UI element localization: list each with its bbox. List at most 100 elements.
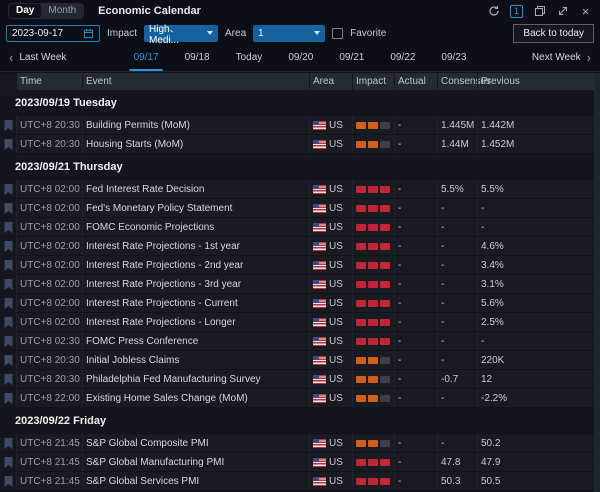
refresh-icon[interactable] bbox=[487, 5, 500, 18]
impact-indicator bbox=[352, 218, 394, 236]
bookmark-icon[interactable] bbox=[4, 298, 13, 309]
event-name: S&P Global Manufacturing PMI bbox=[82, 453, 309, 471]
event-row[interactable]: UTC+8 02:00Interest Rate Projections - 2… bbox=[0, 256, 594, 275]
us-flag-icon bbox=[313, 242, 326, 251]
consensus-value: 1.445M bbox=[437, 116, 477, 134]
event-row[interactable]: UTC+8 20:30Philadelphia Fed Manufacturin… bbox=[0, 370, 594, 389]
previous-value: 1.452M bbox=[477, 135, 594, 153]
area-code: US bbox=[329, 222, 343, 233]
tab-month[interactable]: Month bbox=[41, 4, 83, 18]
bookmark-cell bbox=[0, 313, 16, 331]
duplicate-icon[interactable] bbox=[533, 5, 546, 18]
us-flag-icon bbox=[313, 223, 326, 232]
bookmark-icon[interactable] bbox=[4, 317, 13, 328]
week-day-09-20[interactable]: 09/20 bbox=[288, 44, 313, 71]
event-row[interactable]: UTC+8 21:45S&P Global Services PMIUS-50.… bbox=[0, 472, 594, 491]
bookmark-icon[interactable] bbox=[4, 279, 13, 290]
week-day-09-23[interactable]: 09/23 bbox=[441, 44, 466, 71]
impact-indicator bbox=[352, 116, 394, 134]
event-time: UTC+8 02:00 bbox=[16, 313, 82, 331]
impact-dropdown[interactable]: High、Medi... bbox=[144, 25, 218, 42]
bookmark-icon[interactable] bbox=[4, 374, 13, 385]
bookmark-icon[interactable] bbox=[4, 139, 13, 150]
event-row[interactable]: UTC+8 20:30Building Permits (MoM)US-1.44… bbox=[0, 116, 594, 135]
event-row[interactable]: UTC+8 02:30FOMC Press ConferenceUS--- bbox=[0, 332, 594, 351]
expand-icon[interactable] bbox=[556, 5, 569, 18]
previous-value: 47.9 bbox=[477, 453, 594, 471]
week-day-09-17[interactable]: 09/17 bbox=[134, 44, 159, 71]
bookmark-icon[interactable] bbox=[4, 203, 13, 214]
bookmark-icon[interactable] bbox=[4, 184, 13, 195]
actual-value: - bbox=[394, 199, 437, 217]
week-day-today[interactable]: Today bbox=[236, 44, 263, 71]
event-time: UTC+8 02:00 bbox=[16, 294, 82, 312]
event-row[interactable]: UTC+8 02:00Fed's Monetary Policy Stateme… bbox=[0, 199, 594, 218]
impact-medium-icon bbox=[356, 141, 390, 148]
bookmark-icon[interactable] bbox=[4, 260, 13, 271]
impact-indicator bbox=[352, 453, 394, 471]
us-flag-icon bbox=[313, 261, 326, 270]
event-time: UTC+8 21:45 bbox=[16, 472, 82, 490]
us-flag-icon bbox=[313, 299, 326, 308]
week-day-09-21[interactable]: 09/21 bbox=[339, 44, 364, 71]
previous-value: 3.4% bbox=[477, 256, 594, 274]
previous-value: 3.1% bbox=[477, 275, 594, 293]
event-row[interactable]: UTC+8 02:00Interest Rate Projections - L… bbox=[0, 313, 594, 332]
date-picker[interactable]: 2023-09-17 bbox=[6, 25, 100, 42]
event-name: Interest Rate Projections - 1st year bbox=[82, 237, 309, 255]
event-name: Interest Rate Projections - 3rd year bbox=[82, 275, 309, 293]
actual-value: - bbox=[394, 434, 437, 452]
event-area: US bbox=[309, 275, 352, 293]
actual-value: - bbox=[394, 389, 437, 407]
area-code: US bbox=[329, 317, 343, 328]
event-area: US bbox=[309, 135, 352, 153]
event-row[interactable]: UTC+8 02:00Fed Interest Rate DecisionUS-… bbox=[0, 180, 594, 199]
bookmark-icon[interactable] bbox=[4, 438, 13, 449]
event-row[interactable]: UTC+8 02:00Interest Rate Projections - 1… bbox=[0, 237, 594, 256]
consensus-value: - bbox=[437, 218, 477, 236]
week-day-09-18[interactable]: 09/18 bbox=[185, 44, 210, 71]
event-row[interactable]: UTC+8 02:00FOMC Economic ProjectionsUS--… bbox=[0, 218, 594, 237]
tab-day[interactable]: Day bbox=[9, 4, 41, 18]
previous-value: 220K bbox=[477, 351, 594, 369]
week-day-09-22[interactable]: 09/22 bbox=[390, 44, 415, 71]
area-code: US bbox=[329, 279, 343, 290]
event-row[interactable]: UTC+8 20:30Initial Jobless ClaimsUS--220… bbox=[0, 351, 594, 370]
bookmark-icon[interactable] bbox=[4, 222, 13, 233]
bookmark-icon[interactable] bbox=[4, 241, 13, 252]
us-flag-icon bbox=[313, 121, 326, 130]
impact-high-icon bbox=[356, 281, 390, 288]
bookmark-icon[interactable] bbox=[4, 336, 13, 347]
event-row[interactable]: UTC+8 02:00Interest Rate Projections - C… bbox=[0, 294, 594, 313]
area-code: US bbox=[329, 336, 343, 347]
impact-high-icon bbox=[356, 243, 390, 250]
next-week-button[interactable]: Next Week › bbox=[532, 52, 591, 63]
vertical-scrollbar[interactable] bbox=[594, 73, 600, 492]
bookmark-icon[interactable] bbox=[4, 457, 13, 468]
back-to-today-button[interactable]: Back to today bbox=[513, 24, 594, 43]
bookmark-icon[interactable] bbox=[4, 393, 13, 404]
us-flag-icon bbox=[313, 394, 326, 403]
event-row[interactable]: UTC+8 20:30Housing Starts (MoM)US-1.44M1… bbox=[0, 135, 594, 154]
favorite-checkbox[interactable] bbox=[332, 28, 343, 39]
consensus-value: -0.7 bbox=[437, 370, 477, 388]
favorite-label: Favorite bbox=[350, 28, 386, 39]
event-row[interactable]: UTC+8 02:00Interest Rate Projections - 3… bbox=[0, 275, 594, 294]
bookmark-icon[interactable] bbox=[4, 355, 13, 366]
area-dropdown[interactable]: 1 bbox=[253, 25, 325, 42]
event-row[interactable]: UTC+8 21:45S&P Global Manufacturing PMIU… bbox=[0, 453, 594, 472]
us-flag-icon bbox=[313, 140, 326, 149]
area-code: US bbox=[329, 241, 343, 252]
close-icon[interactable]: × bbox=[579, 5, 592, 18]
window-count-icon[interactable]: 1 bbox=[510, 5, 523, 18]
event-time: UTC+8 02:00 bbox=[16, 199, 82, 217]
last-week-button[interactable]: ‹ Last Week bbox=[9, 52, 66, 63]
event-row[interactable]: UTC+8 22:00Existing Home Sales Change (M… bbox=[0, 389, 594, 408]
actual-value: - bbox=[394, 370, 437, 388]
bookmark-cell bbox=[0, 434, 16, 452]
bookmark-icon[interactable] bbox=[4, 476, 13, 487]
bookmark-icon[interactable] bbox=[4, 120, 13, 131]
consensus-value: - bbox=[437, 332, 477, 350]
event-row[interactable]: UTC+8 21:45S&P Global Composite PMIUS--5… bbox=[0, 434, 594, 453]
impact-indicator bbox=[352, 135, 394, 153]
